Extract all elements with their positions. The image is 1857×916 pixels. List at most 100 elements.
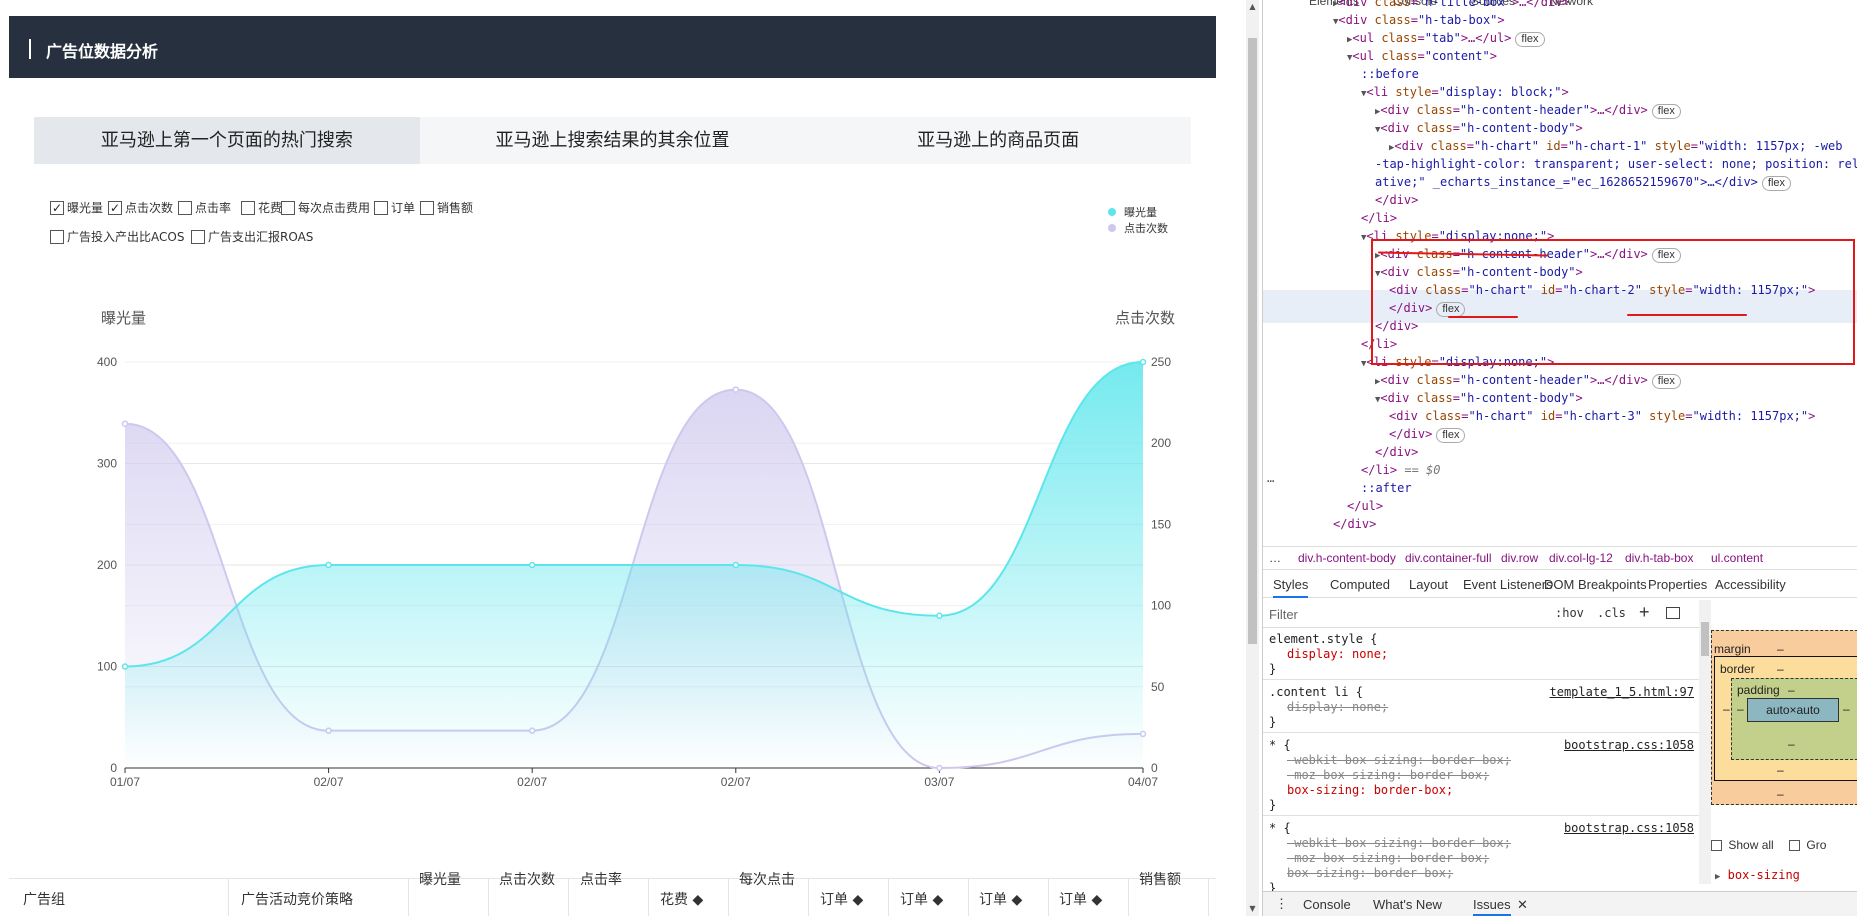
styles-subtab[interactable]: DOM Breakpoints xyxy=(1544,577,1647,592)
dom-node-line[interactable]: ▶<ul class="tab">…</ul> flex xyxy=(1347,29,1545,47)
dom-node-line[interactable]: ▼<div class="h-content-body"> xyxy=(1375,119,1583,137)
breadcrumb-item[interactable]: div.h-tab-box xyxy=(1625,551,1693,565)
table-column-header[interactable]: 点击率 xyxy=(580,871,622,889)
flex-badge[interactable]: flex xyxy=(1515,32,1545,47)
dom-node-line[interactable]: </div> xyxy=(1375,443,1418,461)
show-all-toggle[interactable]: Show all Gro xyxy=(1711,838,1826,852)
y-left-tick-label: 200 xyxy=(97,558,117,572)
css-declaration[interactable]: box-sizing: border-box; xyxy=(1287,866,1453,881)
css-source-link[interactable]: bootstrap.css:1058 xyxy=(1564,738,1694,752)
filter-input[interactable]: Filter xyxy=(1269,607,1298,622)
dom-node-line[interactable]: </div> flex xyxy=(1389,425,1466,443)
css-declaration[interactable]: display: none; xyxy=(1287,700,1388,715)
table-column-header[interactable]: 订单 ◆ xyxy=(979,891,1022,909)
dom-node-line[interactable]: ▶<div class="h-title-box">…</div> xyxy=(1333,0,1570,11)
dom-node-line[interactable]: ::after xyxy=(1361,479,1412,497)
styles-subtab[interactable]: Computed xyxy=(1330,577,1390,592)
tag-rest: > xyxy=(1561,85,1569,99)
css-declaration[interactable]: -webkit-box-sizing: border-box; xyxy=(1287,753,1511,768)
table-column-header[interactable]: 花费 ◆ xyxy=(660,891,703,909)
scroll-up-arrow[interactable]: ▲ xyxy=(1248,2,1257,11)
css-declaration[interactable]: -moz-box-sizing: border-box; xyxy=(1287,768,1489,783)
dom-node-line[interactable]: ▼<div class="h-tab-box"> xyxy=(1333,11,1505,29)
sidebar-toggle-icon[interactable] xyxy=(1666,607,1680,619)
css-selector[interactable]: element.style { xyxy=(1269,632,1699,647)
table-column-header[interactable]: 点击次数 xyxy=(499,871,555,889)
dom-node-line[interactable]: ::before xyxy=(1361,65,1419,83)
css-source-link[interactable]: bootstrap.css:1058 xyxy=(1564,821,1694,835)
drawer-menu-icon[interactable]: ⋮ xyxy=(1275,896,1288,912)
attr-value: "h-chart" xyxy=(1468,409,1534,423)
scroll-thumb[interactable] xyxy=(1701,622,1709,656)
breadcrumb-item[interactable]: ul.content xyxy=(1711,551,1763,565)
show-all-checkbox[interactable] xyxy=(1711,840,1722,851)
dom-node-line[interactable]: </div> xyxy=(1375,191,1418,209)
more-dots-icon[interactable]: ⋯ xyxy=(1267,474,1274,488)
close-tag: </div> xyxy=(1375,445,1419,459)
data-point[interactable] xyxy=(121,663,129,670)
dom-node-line[interactable]: -tap-highlight-color: transparent; user-… xyxy=(1375,155,1857,173)
table-column-header[interactable]: 销售额 xyxy=(1139,871,1181,889)
data-point[interactable] xyxy=(732,561,740,569)
table-column-header[interactable]: 订单 ◆ xyxy=(1059,891,1102,909)
flex-badge[interactable]: flex xyxy=(1436,428,1466,443)
dom-node-line[interactable]: ▼<ul class="content"> xyxy=(1347,47,1497,65)
flex-badge[interactable]: flex xyxy=(1651,104,1681,119)
styles-subtab[interactable]: Properties xyxy=(1648,577,1707,592)
dom-node-line[interactable]: ▼<li style="display: block;"> xyxy=(1361,83,1569,101)
table-column-header[interactable]: 每次点击 xyxy=(739,871,795,889)
css-source-link[interactable]: template_1_5.html:97 xyxy=(1550,685,1695,699)
data-point[interactable] xyxy=(1139,358,1147,366)
dom-node-line[interactable]: ▼<div class="h-content-body"> xyxy=(1375,389,1583,407)
padding-bottom-value: – xyxy=(1788,737,1795,751)
cls-toggle[interactable]: .cls xyxy=(1597,606,1626,620)
scroll-thumb[interactable] xyxy=(1248,38,1257,644)
drawer-tab-issues[interactable]: Issues xyxy=(1473,897,1511,916)
dom-node-line[interactable]: ▶<div class="h-chart" id="h-chart-1" sty… xyxy=(1389,137,1842,155)
breadcrumb-item[interactable]: div.h-content-body xyxy=(1298,551,1396,565)
dom-node-line[interactable]: </div> xyxy=(1333,515,1376,533)
styles-subtab[interactable]: Styles xyxy=(1273,577,1309,598)
breadcrumb-item[interactable]: div.col-lg-12 xyxy=(1549,551,1613,565)
table-column-header[interactable]: 曝光量 xyxy=(419,871,461,889)
drawer-tab-console[interactable]: Console xyxy=(1303,897,1351,912)
flex-badge[interactable]: flex xyxy=(1651,374,1681,389)
data-point[interactable] xyxy=(121,420,129,427)
styles-scrollbar[interactable] xyxy=(1699,600,1711,884)
scroll-down-arrow[interactable]: ▼ xyxy=(1248,904,1257,913)
dom-node-line[interactable]: ative;" _echarts_instance_="ec_162865215… xyxy=(1375,173,1792,191)
group-checkbox[interactable] xyxy=(1789,840,1801,851)
dom-node-line[interactable]: </ul> xyxy=(1347,497,1383,515)
data-point[interactable] xyxy=(528,561,536,569)
dom-node-line[interactable]: </li> == $0 xyxy=(1361,461,1440,479)
css-declaration[interactable]: -webkit-box-sizing: border-box; xyxy=(1287,836,1511,851)
styles-subtab[interactable]: Event Listeners xyxy=(1463,577,1553,592)
dom-node-line[interactable]: ▶<div class="h-content-header">…</div>fl… xyxy=(1375,101,1681,119)
table-column-header[interactable]: 广告组 xyxy=(23,891,65,909)
flex-badge[interactable]: flex xyxy=(1761,176,1792,191)
computed-property[interactable]: ▶ box-sizing xyxy=(1715,868,1800,882)
page-scrollbar[interactable]: ▲ ▼ xyxy=(1246,0,1259,916)
dom-node-line[interactable]: </li> xyxy=(1361,209,1397,227)
table-column-header[interactable]: 订单 ◆ xyxy=(820,891,863,909)
drawer-tab-whats-new[interactable]: What's New xyxy=(1373,897,1442,912)
breadcrumb-item[interactable]: div.container-full xyxy=(1405,551,1491,565)
table-column-header[interactable]: 广告活动竞价策略 xyxy=(241,891,353,909)
table-column-header[interactable]: 订单 ◆ xyxy=(900,891,943,909)
data-point[interactable] xyxy=(732,386,740,393)
styles-subtab[interactable]: Accessibility xyxy=(1715,577,1786,592)
dom-node-line[interactable]: <div class="h-chart" id="h-chart-3" styl… xyxy=(1389,407,1815,425)
styles-subtab[interactable]: Layout xyxy=(1409,577,1448,592)
css-declaration[interactable]: display: none; xyxy=(1287,647,1388,662)
data-point[interactable] xyxy=(936,612,943,619)
dom-node-line[interactable]: ▶<div class="h-content-header">…</div>fl… xyxy=(1375,371,1681,389)
breadcrumb-item[interactable]: div.row xyxy=(1501,551,1538,565)
breadcrumb-item[interactable]: … xyxy=(1269,551,1281,565)
pseudo-element: ::before xyxy=(1361,67,1419,81)
data-point[interactable] xyxy=(325,561,332,569)
close-icon[interactable]: ✕ xyxy=(1517,897,1528,913)
css-declaration[interactable]: -moz-box-sizing: border-box; xyxy=(1287,851,1489,866)
hov-toggle[interactable]: :hov xyxy=(1555,606,1584,620)
css-declaration[interactable]: box-sizing: border-box; xyxy=(1287,783,1453,798)
new-rule-icon[interactable]: + xyxy=(1639,602,1650,623)
